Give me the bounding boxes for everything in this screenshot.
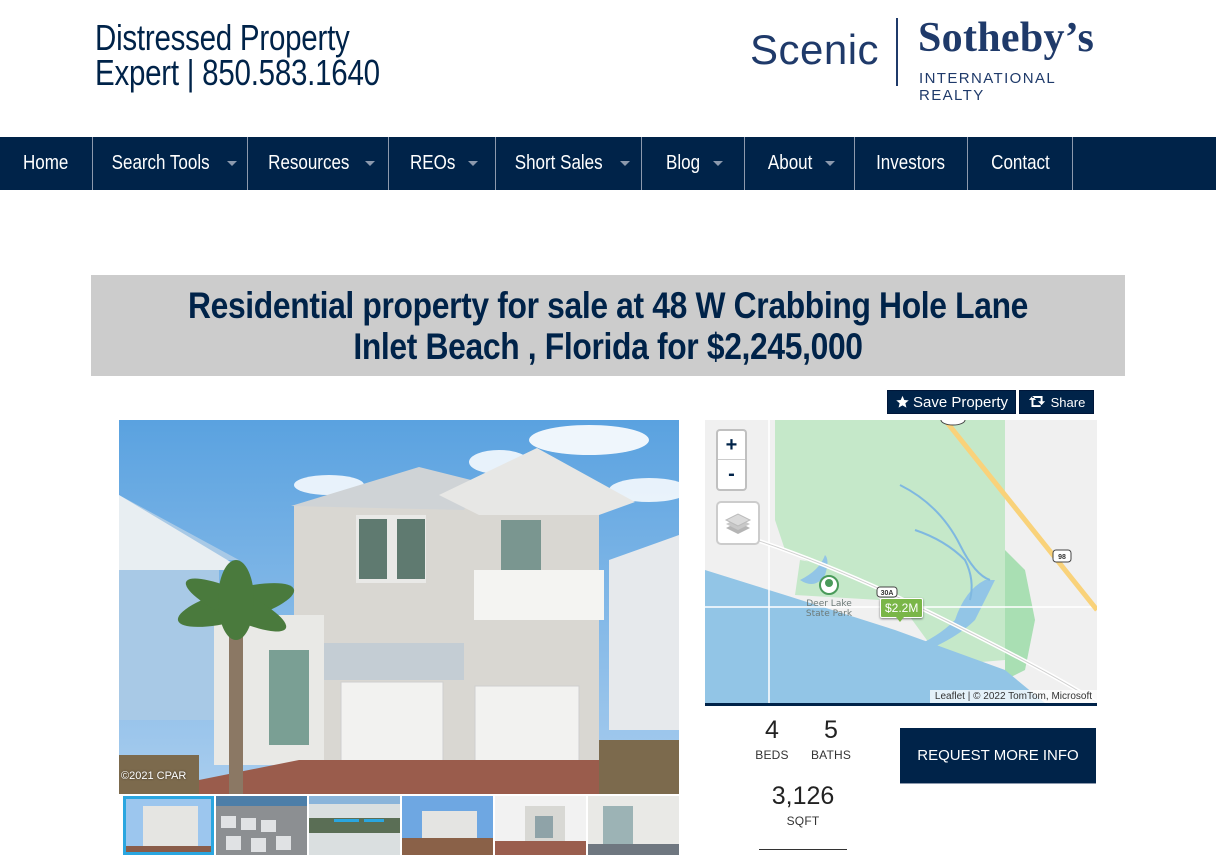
nav-item-investors[interactable]: Investors: [855, 137, 968, 190]
star-icon: [896, 395, 909, 408]
logo-divider: [896, 18, 898, 86]
main-property-photo[interactable]: ©2021 CPAR: [119, 420, 679, 794]
share-button[interactable]: Share: [1019, 390, 1094, 414]
stat-beds: 4 BEDS: [755, 716, 789, 762]
stat-sqft: 3,126 SQFT: [771, 782, 835, 828]
nav-item-blog[interactable]: Blog: [642, 137, 745, 190]
thumbnail-3[interactable]: [309, 796, 400, 855]
thumbnail-4[interactable]: [402, 796, 493, 855]
caret-down-icon: [712, 161, 723, 166]
caret-down-icon: [468, 161, 479, 166]
map-price-marker[interactable]: $2.2M: [880, 598, 924, 622]
stats-divider: [759, 849, 847, 850]
photo-thumbnail-strip: [123, 796, 683, 855]
site-title[interactable]: Distressed Property Expert | 850.583.164…: [95, 20, 407, 91]
retweet-icon: [1028, 395, 1045, 407]
house-photo-image: [119, 420, 679, 794]
nav-item-home[interactable]: Home: [0, 137, 93, 190]
layers-icon: [724, 513, 752, 534]
map-layers-button[interactable]: [716, 501, 760, 545]
caret-down-icon: [825, 161, 836, 166]
thumbnail-1[interactable]: [123, 796, 214, 855]
nav-item-short-sales[interactable]: Short Sales: [496, 137, 642, 190]
nav-item-about[interactable]: About: [745, 137, 855, 190]
park-label-line1: Deer Lake: [806, 599, 852, 609]
photo-copyright: ©2021 CPAR: [121, 770, 187, 782]
property-map[interactable]: Deer Lake State Park 30A 98 + - $2.2M Le…: [705, 420, 1097, 703]
caret-down-icon: [227, 161, 238, 166]
main-nav: Home Search Tools Resources REOs Short S…: [0, 137, 1216, 190]
stat-baths: 5 BATHS: [810, 716, 852, 762]
logo-brand: Sotheby’s: [918, 15, 1095, 61]
map-zoom-control: + -: [716, 429, 747, 491]
leaflet-link[interactable]: Leaflet: [935, 691, 965, 702]
listing-title-banner: Residential property for sale at 48 W Cr…: [91, 275, 1125, 376]
road-shield-98: 98: [1058, 554, 1066, 561]
nav-filler: [1073, 137, 1216, 190]
road-shield-30a: 30A: [881, 590, 894, 597]
nav-item-resources[interactable]: Resources: [248, 137, 389, 190]
nav-item-contact[interactable]: Contact: [968, 137, 1073, 190]
listing-title: Residential property for sale at 48 W Cr…: [187, 284, 1029, 367]
thumbnail-5[interactable]: [495, 796, 586, 855]
sothebys-logo[interactable]: Scenic Sotheby’s INTERNATIONAL REALTY: [748, 14, 1118, 104]
thumbnail-6[interactable]: [588, 796, 679, 855]
map-bottom-border: [705, 703, 1097, 706]
zoom-in-button[interactable]: +: [718, 431, 745, 460]
park-label-line2: State Park: [806, 609, 853, 619]
save-property-button[interactable]: Save Property: [887, 390, 1016, 414]
zoom-out-button[interactable]: -: [718, 460, 745, 489]
caret-down-icon: [365, 161, 376, 166]
nav-item-reos[interactable]: REOs: [389, 137, 496, 190]
nav-item-search-tools[interactable]: Search Tools: [93, 137, 248, 190]
logo-scenic: Scenic: [750, 26, 880, 73]
request-more-info-button[interactable]: REQUEST MORE INFO: [900, 728, 1096, 784]
caret-down-icon: [619, 161, 630, 166]
logo-tagline: INTERNATIONAL REALTY: [919, 70, 1056, 104]
map-attribution: Leaflet | © 2022 TomTom, Microsoft: [929, 690, 1097, 703]
thumbnail-2[interactable]: [216, 796, 307, 855]
map-tiles: Deer Lake State Park 30A 98: [705, 420, 1097, 703]
